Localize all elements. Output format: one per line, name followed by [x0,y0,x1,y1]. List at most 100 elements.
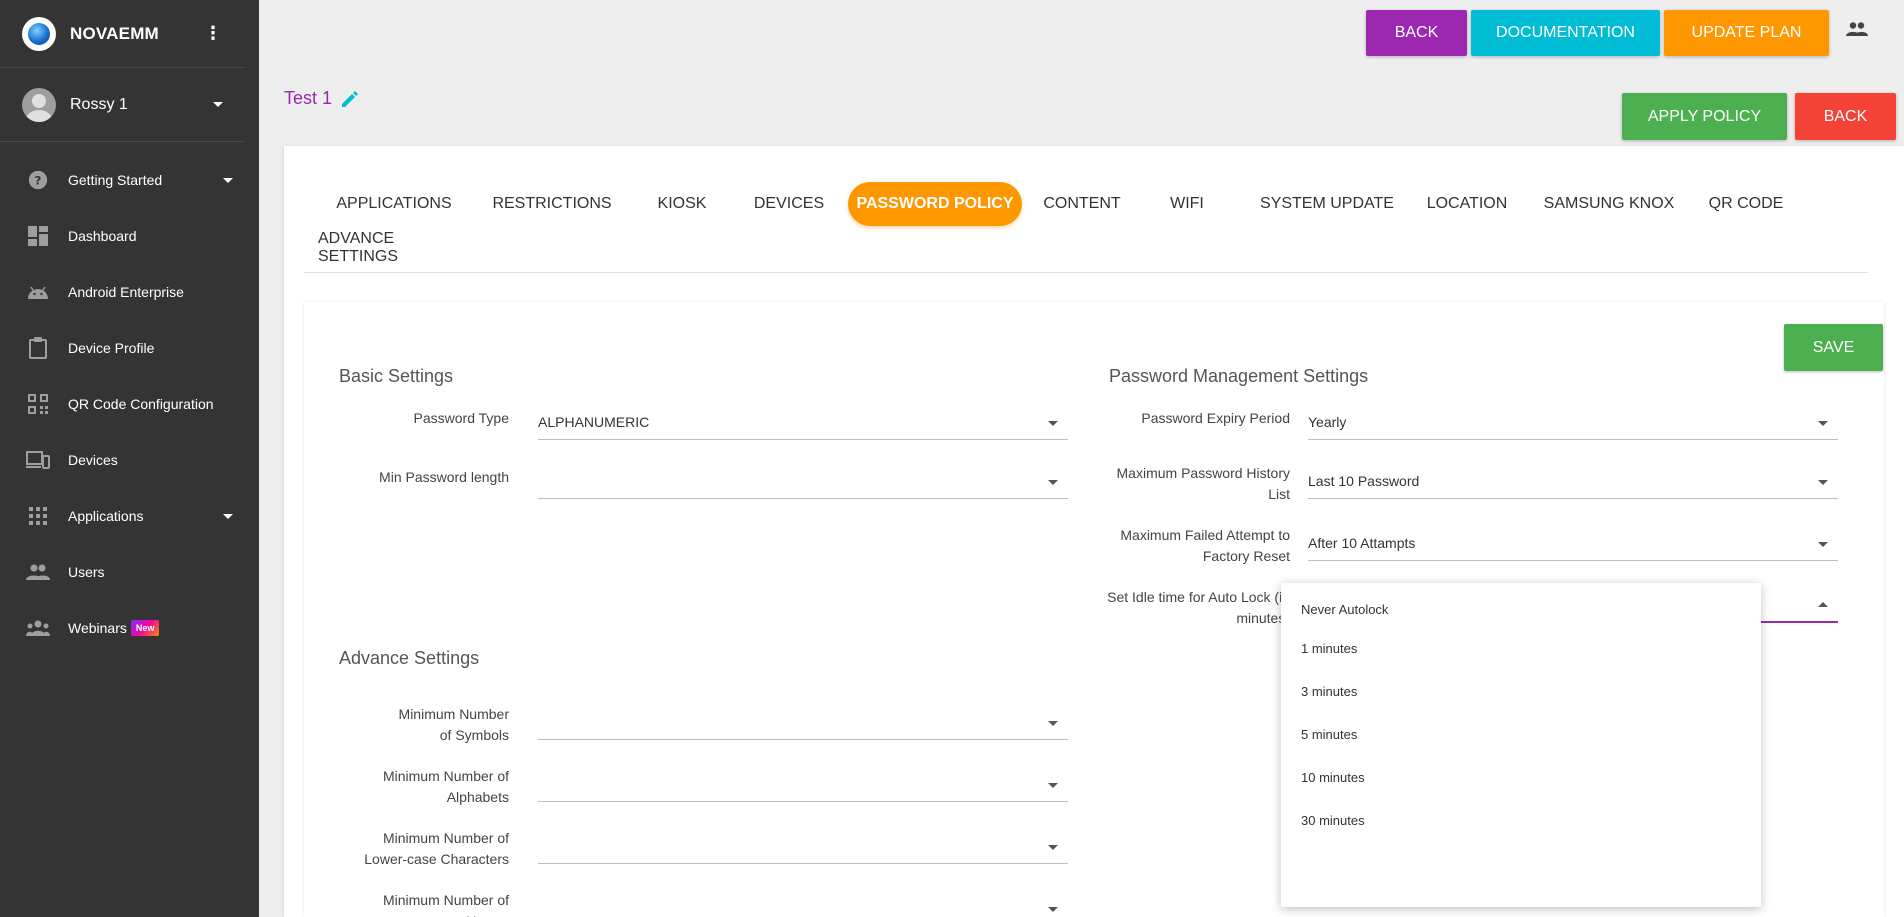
dropdown-arrow-icon [1048,480,1058,485]
sidebar-item-label: Applications [68,508,144,524]
sidebar-item-label: Webinars [68,620,127,636]
sidebar-item-devices[interactable]: Devices [0,432,259,488]
apply-policy-button[interactable]: APPLY POLICY [1622,93,1787,140]
idle-time-label-wrap: Set Idle time for Auto Lock (in minutes) [1104,589,1290,633]
user-menu[interactable]: Rossy 1 [0,68,245,142]
dashboard-icon [26,224,50,248]
dropdown-arrow-icon [1818,542,1828,547]
account-users-icon[interactable] [1846,22,1870,44]
dropdown-arrow-icon [1818,421,1828,426]
tabs-divider [304,272,1868,273]
back-button[interactable]: BACK [1795,93,1896,140]
sidebar-item-webinars[interactable]: Webinars New [0,600,259,656]
sidebar-item-label: Devices [68,452,118,468]
min-uppercase-select[interactable] [538,892,1068,917]
alphabets-label-wrap: Minimum Number of Alphabets [339,768,509,812]
basic-settings-title: Basic Settings [339,366,454,386]
tab-applications[interactable]: APPLICATIONS [318,182,470,226]
min-password-length-label: Min Password length [379,469,509,485]
menu-option-10-minutes[interactable]: 10 minutes [1281,756,1761,799]
min-symbols-label: Minimum Number of Symbols [398,706,509,743]
sidebar-item-label: Getting Started [68,172,163,188]
failed-attempt-label-wrap: Maximum Failed Attempt to Factory Reset [1104,527,1290,571]
password-type-label: Password Type [413,410,509,426]
password-type-value: ALPHANUMERIC [538,414,650,430]
failed-attempt-label: Maximum Failed Attempt to Factory Reset [1120,527,1290,564]
sidebar-item-dashboard[interactable]: Dashboard [0,208,259,264]
dropdown-arrow-icon [1048,907,1058,912]
idle-time-label: Set Idle time for Auto Lock (in minutes) [1107,589,1290,626]
edit-pencil-icon[interactable] [340,89,360,109]
password-history-label: Maximum Password History List [1116,465,1290,502]
min-lowercase-select[interactable] [538,830,1068,864]
chevron-down-icon [223,513,233,519]
avatar [22,87,56,122]
failed-attempt-value: After 10 Attampts [1308,535,1416,551]
policy-title: Test 1 [284,88,360,109]
tab-samsung-knox[interactable]: SAMSUNG KNOX [1522,182,1696,226]
sidebar-item-applications[interactable]: Applications [0,488,259,544]
menu-option-30-minutes[interactable]: 30 minutes [1281,799,1761,842]
dropdown-arrow-icon [1048,845,1058,850]
idle-time-dropdown-menu: Never Autolock 1 minutes 3 minutes 5 min… [1281,583,1761,907]
tab-devices[interactable]: DEVICES [736,182,842,226]
clipboard-icon [26,336,50,360]
save-button[interactable]: SAVE [1784,324,1883,371]
dropdown-arrow-icon [1048,421,1058,426]
min-uppercase-label: Minimum Number of Upper- [382,892,509,917]
tab-location[interactable]: LOCATION [1414,182,1520,226]
devices-icon [26,448,50,472]
dropdown-arrow-up-icon [1818,602,1828,607]
password-expiry-select[interactable]: Yearly [1308,406,1838,440]
sidebar-item-users[interactable]: Users [0,544,259,600]
sidebar-item-label: QR Code Configuration [68,396,214,412]
tab-kiosk[interactable]: KIOSK [632,182,732,226]
tab-restrictions[interactable]: RESTRICTIONS [476,182,628,226]
failed-attempt-select[interactable]: After 10 Attampts [1308,527,1838,561]
tab-system-update[interactable]: SYSTEM UPDATE [1240,182,1414,226]
dropdown-arrow-icon [1818,480,1828,485]
tab-wifi[interactable]: WIFI [1142,182,1232,226]
min-alphabets-select[interactable] [538,768,1068,802]
lowercase-label-wrap: Minimum Number of Lower-case Characters [339,830,509,874]
tab-advance-settings[interactable]: ADVANCE SETTINGS [318,226,474,270]
uppercase-label-wrap: Minimum Number of Upper- [339,892,509,917]
symbols-label-wrap: Minimum Number of Symbols [339,706,509,750]
sidebar-item-qr-code-configuration[interactable]: QR Code Configuration [0,376,259,432]
tab-qr-code[interactable]: QR CODE [1692,182,1800,226]
menu-option-1-minutes[interactable]: 1 minutes [1281,627,1761,670]
new-badge: New [130,620,160,636]
documentation-button[interactable]: DOCUMENTATION [1471,10,1660,56]
sidebar-item-label: Dashboard [68,228,137,244]
min-password-length-select[interactable] [538,465,1068,499]
password-history-select[interactable]: Last 10 Password [1308,465,1838,499]
min-alphabets-label: Minimum Number of Alphabets [382,768,509,805]
android-icon [26,280,50,304]
help-circle-icon: ? [26,168,50,192]
top-back-button[interactable]: BACK [1366,10,1467,56]
groups-icon [26,616,50,640]
brand-logo[interactable] [22,16,56,51]
sidebar-item-label: Android Enterprise [68,284,184,300]
min-symbols-select[interactable] [538,706,1068,740]
svg-text:?: ? [35,174,42,188]
sidebar-item-device-profile[interactable]: Device Profile [0,320,259,376]
user-name: Rossy 1 [70,95,128,113]
password-expiry-value: Yearly [1308,414,1347,430]
tab-password-policy[interactable]: PASSWORD POLICY [848,182,1022,226]
sidebar-item-label: Users [68,564,105,580]
update-plan-button[interactable]: UPDATE PLAN [1664,10,1829,56]
min-length-label-wrap: Min Password length [339,465,509,505]
password-type-select[interactable]: ALPHANUMERIC [538,406,1068,440]
more-vert-icon[interactable]: ⋮ [203,23,223,44]
dropdown-arrow-icon [1048,721,1058,726]
qr-code-icon [26,392,50,416]
sidebar-item-android-enterprise[interactable]: Android Enterprise [0,264,259,320]
chevron-down-icon [223,177,233,183]
tab-content[interactable]: CONTENT [1026,182,1138,226]
menu-option-never-autolock[interactable]: Never Autolock [1281,591,1761,627]
dropdown-arrow-icon [1048,783,1058,788]
sidebar-item-getting-started[interactable]: ? Getting Started [0,152,259,208]
menu-option-5-minutes[interactable]: 5 minutes [1281,713,1761,756]
menu-option-3-minutes[interactable]: 3 minutes [1281,670,1761,713]
